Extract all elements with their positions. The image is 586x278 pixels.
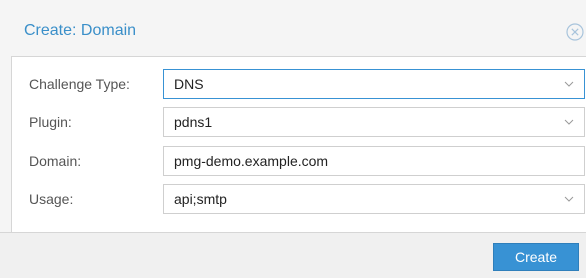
chevron-down-icon[interactable]	[564, 194, 574, 204]
create-domain-dialog: Create: Domain Challenge Type: DNS Plugi…	[0, 0, 586, 278]
dialog-title: Create: Domain	[24, 22, 137, 39]
domain-value: pmg-demo.example.com	[174, 153, 329, 169]
plugin-select[interactable]: pdns1	[163, 107, 585, 137]
challenge-type-row: Challenge Type: DNS	[12, 69, 586, 99]
plugin-row: Plugin: pdns1	[12, 107, 586, 137]
challenge-type-select[interactable]: DNS	[163, 69, 585, 99]
form-panel: Challenge Type: DNS Plugin: pdns1 Domain…	[11, 56, 586, 232]
create-button[interactable]: Create	[493, 243, 579, 271]
chevron-down-icon[interactable]	[564, 79, 574, 89]
domain-label: Domain:	[29, 153, 82, 169]
chevron-down-icon[interactable]	[564, 117, 574, 127]
domain-row: Domain: pmg-demo.example.com	[12, 146, 586, 176]
plugin-value: pdns1	[174, 114, 213, 130]
plugin-label: Plugin:	[29, 114, 72, 130]
usage-label: Usage:	[29, 191, 74, 207]
dialog-title-bar: Create: Domain	[0, 0, 586, 56]
challenge-type-value: DNS	[174, 76, 204, 92]
challenge-type-label: Challenge Type:	[29, 76, 130, 92]
usage-row: Usage: api;smtp	[12, 184, 586, 214]
domain-input[interactable]: pmg-demo.example.com	[163, 146, 585, 176]
close-icon[interactable]	[565, 22, 585, 42]
dialog-footer: Create	[0, 232, 586, 278]
usage-value: api;smtp	[174, 191, 227, 207]
usage-select[interactable]: api;smtp	[163, 184, 585, 214]
